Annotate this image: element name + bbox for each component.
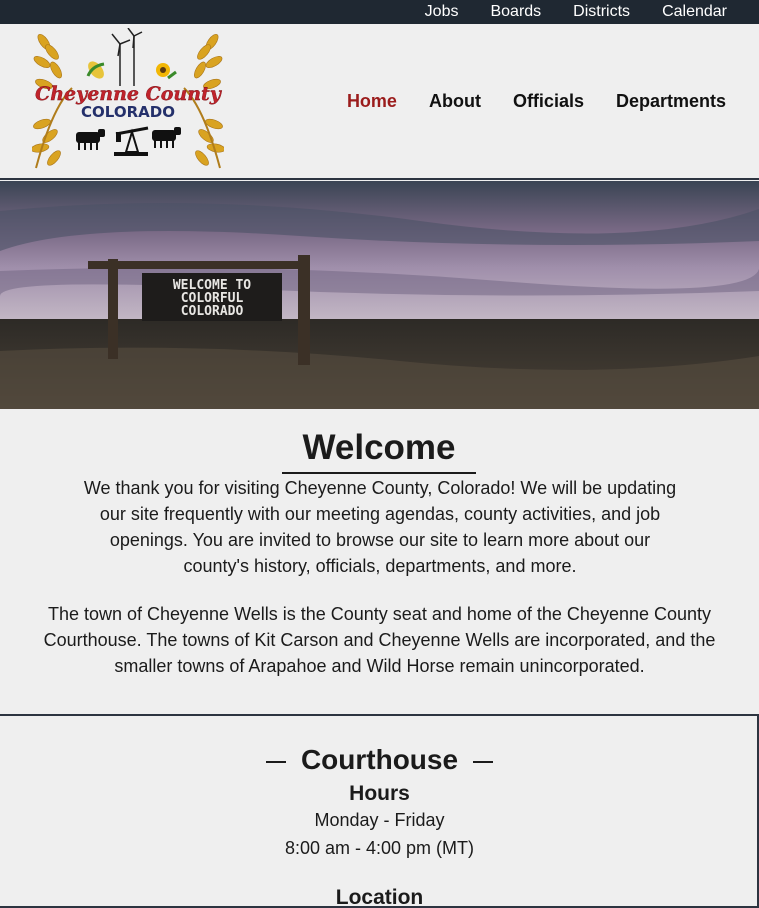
top-nav-jobs[interactable]: Jobs	[425, 0, 459, 24]
site-logo[interactable]: Cheyenne County COLORADO	[30, 27, 226, 176]
top-nav-calendar[interactable]: Calendar	[662, 0, 727, 24]
welcome-paragraph-2: The town of Cheyenne Wells is the County…	[43, 604, 716, 676]
courthouse-heading: Courthouse	[0, 743, 759, 777]
hours-days: Monday - Friday	[314, 810, 445, 830]
top-bar: Jobs Boards Districts Calendar	[0, 0, 759, 24]
hero-image: WELCOME TO COLORFUL COLORADO	[0, 181, 759, 409]
heading-dash-left	[265, 760, 286, 763]
welcome-title: Welcome	[282, 427, 476, 474]
top-nav-boards[interactable]: Boards	[490, 0, 541, 24]
hours-times: 8:00 am - 4:00 pm (MT)	[284, 838, 475, 858]
county-logo-emblem: Cheyenne County COLORADO	[30, 27, 226, 169]
logo-state-text: COLORADO	[81, 103, 175, 121]
welcome-section: Welcome We thank you for visiting Cheyen…	[0, 409, 759, 714]
courthouse-section: Courthouse Hours Monday - Friday 8:00 am…	[0, 716, 759, 908]
top-nav-districts[interactable]: Districts	[573, 0, 630, 24]
hours-title: Hours	[349, 782, 410, 805]
main-nav: Home About Officials Departments	[315, 90, 726, 112]
nav-departments[interactable]: Departments	[616, 90, 726, 112]
sign-line-3: COLORADO	[181, 304, 244, 319]
heading-dash-right	[473, 760, 494, 763]
site-header: Cheyenne County COLORADO Home About Offi…	[0, 24, 759, 180]
nav-home[interactable]: Home	[347, 90, 397, 112]
hero-banner: WELCOME TO COLORFUL COLORADO	[0, 181, 759, 409]
courthouse-title: Courthouse	[300, 744, 459, 775]
nav-about[interactable]: About	[429, 90, 481, 112]
logo-county-text: Cheyenne County	[35, 83, 223, 105]
location-title: Location	[335, 886, 424, 908]
nav-officials[interactable]: Officials	[513, 90, 584, 112]
welcome-paragraph-1: We thank you for visiting Cheyenne Count…	[83, 478, 677, 576]
top-nav: Jobs Boards Districts Calendar	[393, 0, 727, 24]
